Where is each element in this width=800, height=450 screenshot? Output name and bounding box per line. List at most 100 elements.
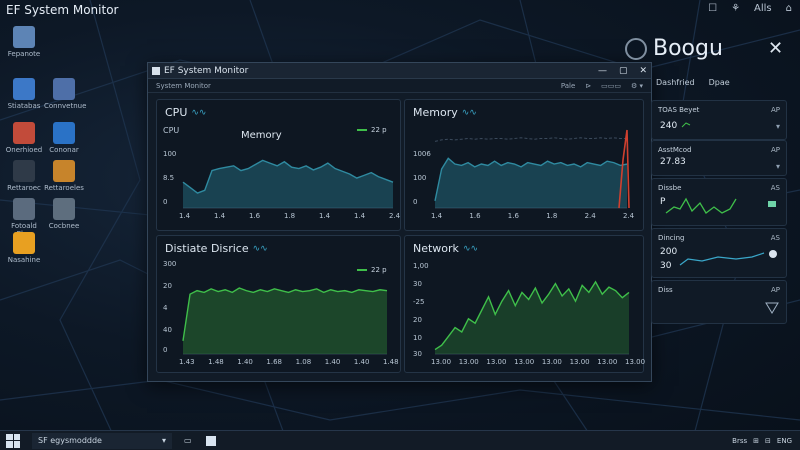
x-tick-label: 1.08 (296, 358, 312, 366)
disk-title: Distiate Disrice (165, 242, 249, 255)
play-icon[interactable]: ⊳ (585, 82, 591, 90)
network-ytick: 20 (413, 316, 422, 324)
app-icon (53, 78, 75, 100)
sparkline-icon: ∿∿ (461, 107, 477, 118)
svg-text:▾: ▾ (776, 122, 780, 131)
tray-item[interactable]: ⌂ (786, 3, 792, 14)
window-titlebar[interactable]: EF System Monitor — ▢ ✕ (148, 63, 651, 79)
close-icon[interactable]: ✕ (768, 38, 783, 59)
desktop-icon[interactable]: Cononar (44, 122, 84, 154)
desktop-icon[interactable]: Rettaroec (4, 160, 44, 192)
sidebar-card[interactable]: AsstMcod AP 27.83 ▾ (651, 140, 787, 176)
sidebar-card[interactable]: TOAS Beyet AP 240 ▾ (651, 100, 787, 140)
tray-item[interactable]: Brss (732, 437, 747, 445)
app-icon (13, 78, 35, 100)
disk-chart: 1.43 1.48 1.40 1.68 1.08 1.40 1.40 1.48 (179, 287, 399, 366)
disk-ytick: 300 (163, 260, 177, 268)
close-button[interactable]: ✕ (639, 66, 647, 76)
disk-panel: 1.43 1.48 1.40 1.68 1.08 1.40 1.40 1.48 Distiat… (156, 235, 401, 373)
app-icon (53, 198, 75, 220)
x-tick-label: 1.6 (469, 212, 481, 220)
tab-dashboard[interactable]: Dashfried (656, 78, 695, 87)
desktop-icon[interactable]: Connvetnue (44, 78, 86, 110)
taskbar-search[interactable]: SF egysmoddde ▾ (32, 432, 172, 449)
menu-label: System Monitor (156, 81, 211, 90)
desktop-icon-label: Fepanote (7, 50, 41, 58)
app-icon (53, 160, 75, 182)
network-ytick: 30 (413, 350, 422, 358)
desktop-icon[interactable]: Nasahine (4, 232, 44, 264)
start-button[interactable] (6, 433, 20, 448)
desktop-icon[interactable]: Fepanote (4, 26, 44, 58)
network-ytick: 10 (413, 334, 422, 342)
series-area (435, 158, 627, 208)
settings-icon[interactable]: ⚙ ▾ (631, 82, 643, 90)
taskview-icon[interactable]: ▭ (184, 436, 192, 445)
x-tick-label: 13.00 (514, 358, 534, 366)
x-tick-label: 13.00 (431, 358, 451, 366)
sidebar-card[interactable]: Dissbe AS P (651, 178, 787, 226)
cpu-legend-label: 22 p (371, 126, 387, 134)
network-panel: 13.00 13.00 13.00 13.00 13.00 13.00 13.00 13.00… (404, 235, 645, 373)
sidebar-card[interactable]: Diss AP (651, 280, 787, 324)
x-tick-label: 1.48 (383, 358, 399, 366)
disk-ytick: 40 (163, 326, 172, 334)
maximize-button[interactable]: ▢ (619, 66, 628, 76)
sidebar-tabs: Dashfried Dpae (656, 78, 730, 87)
x-tick-label: 1.40 (354, 358, 370, 366)
cpu-ytick: 100 (163, 150, 177, 158)
memory-ytick: 0 (413, 198, 418, 206)
desktop-icon-label: Rettaroec (7, 184, 41, 192)
menu-item-pale[interactable]: Pale (561, 82, 575, 90)
desktop-icon-label: Stiatabas (7, 102, 41, 110)
x-tick-label: 1.4 (319, 212, 331, 220)
memory-ytick: 1006 (413, 150, 431, 158)
network-title: Network (413, 242, 459, 255)
pinned-app-icon[interactable] (205, 435, 216, 446)
x-tick-label: 1.4 (214, 212, 226, 220)
sidebar-card[interactable]: Dincing AS 200 30 (651, 228, 787, 278)
cpu-panel: 1.4 1.4 1.6 1.8 1.4 1.4 2.4 CPU ∿∿ CPU Memory 2… (156, 99, 401, 231)
tray-item[interactable]: ⚘ (731, 3, 740, 14)
x-tick-label: 2.4 (585, 212, 597, 220)
chevron-down-icon: ▾ (161, 436, 166, 445)
top-bar: EF System Monitor ☐ ⚘ Alls ⌂ (0, 0, 800, 20)
tray-item[interactable]: Alls (754, 3, 772, 14)
disk-legend-label: 22 p (371, 266, 387, 274)
x-tick-label: 1.4 (431, 212, 443, 220)
network-ytick: -25 (413, 298, 425, 306)
system-tray: Brss ⊞ ⊟ ENG (732, 437, 792, 445)
card-sparkline: ▾ (776, 162, 780, 171)
sparkline-icon: ∿∿ (191, 107, 207, 118)
network-chart: 13.00 13.00 13.00 13.00 13.00 13.00 13.00 13.00 (431, 280, 645, 366)
card-sparkline (679, 250, 777, 266)
minimize-button[interactable]: — (598, 66, 607, 76)
tray-item[interactable]: ⊞ (753, 437, 759, 445)
x-tick-label: 1.8 (546, 212, 557, 220)
app-icon (13, 198, 35, 220)
view-icon[interactable]: ▭▭▭ (601, 82, 621, 90)
tray-item[interactable]: ☐ (708, 3, 717, 14)
x-tick-label: 13.00 (570, 358, 590, 366)
x-tick-label: 1.43 (179, 358, 195, 366)
tray-item[interactable]: ENG (777, 437, 792, 445)
tab-dpae[interactable]: Dpae (709, 78, 730, 87)
desktop-icon[interactable]: Onerhioed (4, 122, 44, 154)
x-tick-label: 1.4 (179, 212, 191, 220)
top-tray: ☐ ⚘ Alls ⌂ (708, 3, 792, 14)
cpu-legend: 22 p (357, 126, 387, 134)
network-ytick: 30 (413, 280, 422, 288)
x-tick-label: 2.4 (623, 212, 635, 220)
desktop-icon[interactable]: Cocbnee (44, 198, 84, 230)
series-line (434, 137, 627, 142)
disk-ytick: 20 (163, 282, 172, 290)
window-menubar: System Monitor Pale ⊳ ▭▭▭ ⚙ ▾ (148, 79, 651, 93)
window-title: EF System Monitor (164, 65, 249, 76)
desktop-icon[interactable]: Rettaroeles (44, 160, 84, 192)
memory-panel: 1.4 1.6 1.6 1.8 2.4 2.4 Memory ∿∿ 1006 100 0 (404, 99, 644, 231)
card-sparkline: ▾ (681, 122, 780, 131)
desktop-icon[interactable]: Stiatabas (4, 78, 44, 110)
memory-title: Memory (413, 106, 458, 119)
app-icon (152, 66, 160, 75)
tray-item[interactable]: ⊟ (765, 437, 771, 445)
